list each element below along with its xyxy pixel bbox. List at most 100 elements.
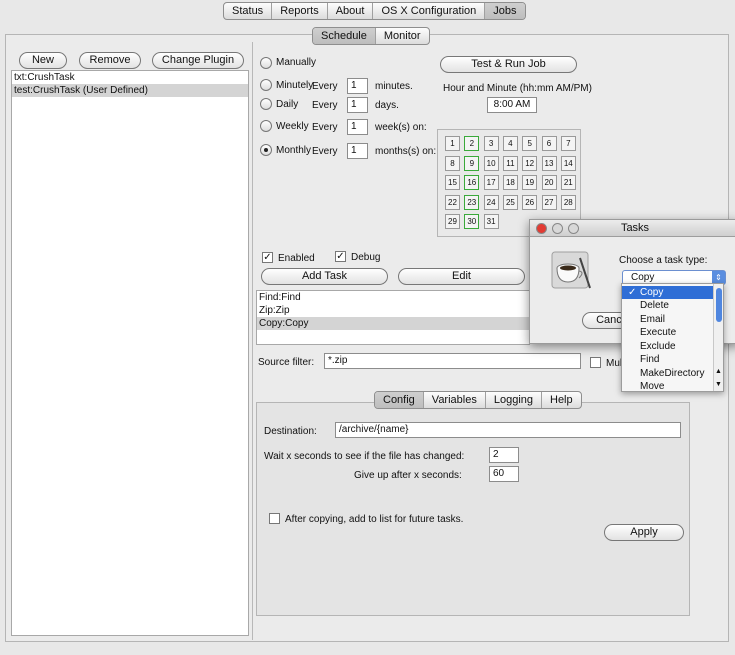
months-unit-label: months(s) on: [375, 146, 437, 157]
coffee-cup-icon [551, 251, 591, 289]
day-18-button[interactable]: 18 [502, 175, 518, 190]
menu-item-delete[interactable]: Delete [622, 299, 714, 312]
wait-seconds-input[interactable]: 2 [489, 447, 519, 463]
manually-radio[interactable] [260, 57, 272, 69]
day-28-button[interactable]: 28 [560, 194, 576, 210]
menu-item-email[interactable]: Email [622, 313, 714, 326]
tab-config[interactable]: Config [375, 392, 424, 408]
manually-label: Manually [276, 57, 317, 68]
wait-seconds-label: Wait x seconds to see if the file has ch… [264, 451, 465, 462]
day-21-button[interactable]: 21 [560, 175, 576, 190]
list-item[interactable]: Zip:Zip [257, 304, 529, 317]
list-item[interactable]: Copy:Copy [257, 317, 529, 330]
tab-logging[interactable]: Logging [486, 392, 542, 408]
weekly-interval-input[interactable]: 1 [347, 119, 368, 135]
day-24-button[interactable]: 24 [483, 194, 499, 210]
tab-help[interactable]: Help [542, 392, 581, 408]
weekly-radio[interactable] [260, 120, 272, 132]
day-4-button[interactable]: 4 [502, 136, 518, 151]
monthly-radio[interactable] [260, 144, 272, 156]
menu-item-makedirectory[interactable]: MakeDirectory [622, 367, 714, 380]
list-item[interactable]: txt:CrushTask [12, 71, 248, 84]
weeks-unit-label: week(s) on: [375, 122, 427, 133]
day-16-button[interactable]: 16 [464, 175, 480, 190]
change-plugin-button[interactable]: Change Plugin [152, 52, 244, 69]
tab-status[interactable]: Status [224, 3, 273, 19]
day-5-button[interactable]: 5 [522, 136, 538, 151]
daily-interval-input[interactable]: 1 [347, 97, 368, 113]
day-2-button[interactable]: 2 [464, 136, 480, 151]
new-button[interactable]: New [19, 52, 67, 69]
debug-checkbox[interactable]: ✓ [335, 251, 346, 262]
menu-item-copy[interactable]: ✓ Copy [622, 286, 714, 299]
tab-about[interactable]: About [328, 3, 374, 19]
minutely-label: Minutely [276, 80, 314, 91]
menu-scrollbar[interactable]: ▲ ▼ [713, 284, 723, 391]
after-copy-checkbox[interactable] [269, 513, 280, 524]
time-label: Hour and Minute (hh:mm AM/PM) [443, 83, 592, 94]
day-11-button[interactable]: 11 [502, 155, 518, 171]
monthly-interval-input[interactable]: 1 [347, 143, 368, 159]
day-8-button[interactable]: 8 [445, 155, 460, 171]
add-task-button[interactable]: Add Task [261, 268, 388, 285]
day-6-button[interactable]: 6 [541, 136, 557, 151]
task-type-value: Copy [631, 272, 655, 283]
day-26-button[interactable]: 26 [522, 194, 538, 210]
day-25-button[interactable]: 25 [502, 194, 518, 210]
menu-item-execute[interactable]: Execute [622, 326, 714, 339]
day-15-button[interactable]: 15 [445, 175, 460, 190]
day-1-button[interactable]: 1 [445, 136, 460, 151]
source-filter-label: Source filter: [258, 357, 315, 368]
multi-checkbox[interactable] [590, 357, 601, 368]
day-14-button[interactable]: 14 [560, 155, 576, 171]
enabled-checkbox[interactable]: ✓ [262, 252, 273, 263]
scroll-up-icon[interactable]: ▲ [715, 368, 722, 375]
remove-button[interactable]: Remove [79, 52, 141, 69]
task-type-menu[interactable]: ✓ Copy Delete Email Execute Exclude Find… [621, 283, 724, 392]
tab-jobs[interactable]: Jobs [485, 3, 525, 19]
tab-osx-configuration[interactable]: OS X Configuration [373, 3, 486, 19]
day-10-button[interactable]: 10 [483, 155, 499, 171]
day-7-button[interactable]: 7 [560, 136, 576, 151]
minutes-unit-label: minutes. [375, 81, 413, 92]
day-12-button[interactable]: 12 [522, 155, 538, 171]
day-3-button[interactable]: 3 [483, 136, 499, 151]
day-31-button[interactable]: 31 [483, 214, 499, 229]
weekly-label: Weekly [276, 121, 309, 132]
task-list[interactable]: Find:Find Zip:Zip Copy:Copy [256, 290, 530, 345]
day-20-button[interactable]: 20 [541, 175, 557, 190]
menu-item-exclude[interactable]: Exclude [622, 340, 714, 353]
minutely-radio[interactable] [260, 79, 272, 91]
choose-task-prompt: Choose a task type: [619, 255, 708, 266]
job-list[interactable]: txt:CrushTask test:CrushTask (User Defin… [11, 70, 249, 636]
list-item[interactable]: Find:Find [257, 291, 529, 304]
source-filter-input[interactable]: *.zip [324, 353, 581, 369]
tab-variables[interactable]: Variables [424, 392, 486, 408]
day-13-button[interactable]: 13 [541, 155, 557, 171]
time-input[interactable]: 8:00 AM [487, 97, 537, 113]
test-run-job-button[interactable]: Test & Run Job [440, 56, 577, 73]
scrollbar-thumb[interactable] [716, 288, 722, 322]
list-item[interactable]: test:CrushTask (User Defined) [12, 84, 248, 97]
day-29-button[interactable]: 29 [445, 214, 460, 229]
day-22-button[interactable]: 22 [445, 194, 460, 210]
menu-item-move[interactable]: Move [622, 380, 714, 391]
destination-input[interactable]: /archive/{name} [335, 422, 681, 438]
daily-label: Daily [276, 99, 299, 110]
tab-reports[interactable]: Reports [272, 3, 328, 19]
tab-monitor[interactable]: Monitor [376, 28, 429, 44]
day-27-button[interactable]: 27 [541, 194, 557, 210]
giveup-seconds-input[interactable]: 60 [489, 466, 519, 482]
minutely-interval-input[interactable]: 1 [347, 78, 368, 94]
menu-item-find[interactable]: Find [622, 353, 714, 366]
edit-button[interactable]: Edit [398, 268, 525, 285]
day-17-button[interactable]: 17 [483, 175, 499, 190]
daily-radio[interactable] [260, 98, 272, 110]
tab-schedule[interactable]: Schedule [313, 28, 376, 44]
apply-button[interactable]: Apply [604, 524, 684, 541]
day-19-button[interactable]: 19 [522, 175, 538, 190]
day-23-button[interactable]: 23 [464, 194, 480, 210]
day-9-button[interactable]: 9 [464, 155, 480, 171]
scroll-down-icon[interactable]: ▼ [715, 381, 722, 388]
day-30-button[interactable]: 30 [464, 214, 480, 229]
